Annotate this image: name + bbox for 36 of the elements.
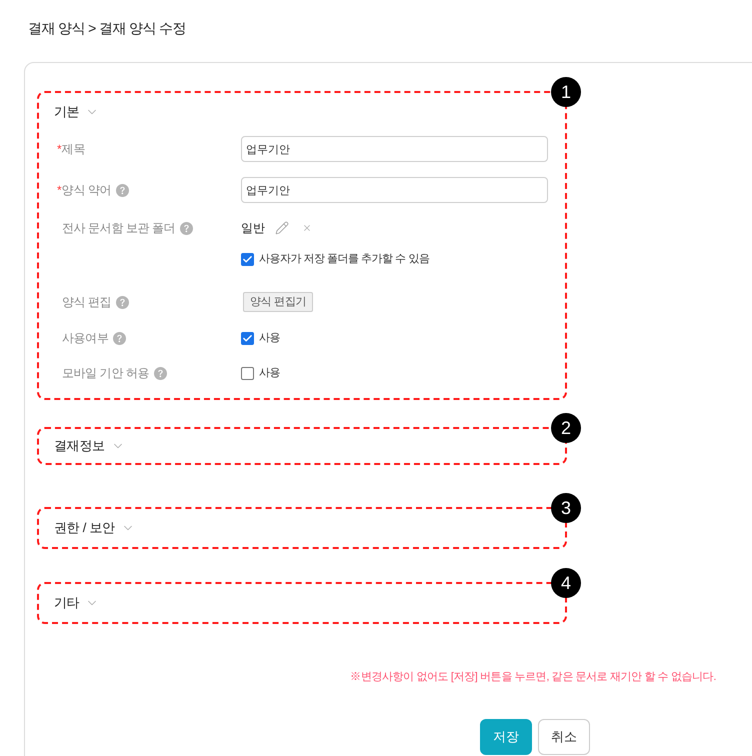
folder-name: 일반 [241, 220, 265, 237]
field-label: 양식 약어 [62, 182, 112, 199]
number-badge: 4 [551, 568, 581, 598]
help-icon[interactable] [113, 332, 126, 344]
checkbox-label: 사용자가 저장 폴더를 추가할 수 있음 [259, 252, 430, 267]
number-badge: 3 [551, 493, 581, 523]
help-icon[interactable] [116, 184, 130, 196]
section-title[interactable]: 기본 [54, 102, 80, 122]
field-label: 모바일 기안 허용 [62, 365, 150, 382]
close-icon[interactable] [302, 223, 312, 233]
help-icon[interactable] [154, 366, 168, 380]
input-field[interactable]: 업무기안 [241, 136, 548, 162]
help-icon[interactable] [116, 296, 130, 308]
required-mark: * [57, 184, 62, 196]
field-label: 전사 문서함 보관 폴더 [62, 220, 176, 237]
help-icon[interactable] [180, 222, 194, 234]
field-label: 제목 [62, 141, 85, 158]
checkbox-label: 사용 [259, 366, 280, 381]
checkbox[interactable] [241, 252, 254, 266]
section-title[interactable]: 결재정보 [54, 436, 105, 456]
form-editor-button[interactable]: 양식 편집기 [243, 292, 314, 312]
number-badge: 1 [551, 77, 581, 107]
section-title[interactable]: 권한 / 보안 [54, 518, 115, 538]
field-label: 양식 편집 [62, 294, 112, 311]
section-title[interactable]: 기타 [54, 593, 80, 613]
checkbox[interactable] [241, 332, 254, 344]
pencil-icon[interactable] [275, 221, 289, 235]
checkbox-label: 사용 [259, 330, 280, 346]
breadcrumb: 결재 양식 > 결재 양식 수정 [28, 20, 186, 36]
field-label: 사용여부 [62, 330, 108, 347]
checkbox[interactable] [241, 366, 254, 380]
cancel-button[interactable]: 취소 [538, 718, 590, 754]
input-field[interactable]: 업무기안 [241, 177, 548, 203]
notice-text: ※변경사항이 없어도 [저장] 버튼을 누르면, 같은 문서로 재기안 할 수 없습니다. [350, 670, 716, 685]
number-badge: 2 [551, 413, 581, 443]
required-mark: * [57, 143, 62, 155]
